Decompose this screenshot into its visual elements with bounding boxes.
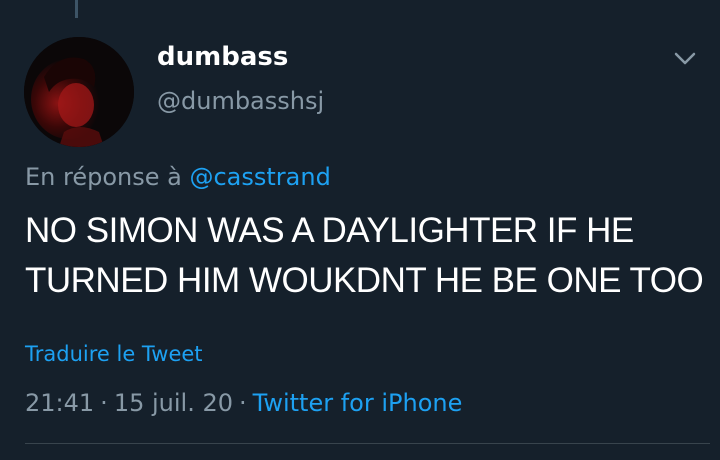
meta-separator: ·	[100, 389, 108, 417]
reply-to-handle-link[interactable]: @casstrand	[189, 163, 330, 191]
tweet-date[interactable]: 15 juil. 20	[114, 389, 233, 417]
avatar[interactable]	[24, 37, 134, 147]
reply-context: En réponse à @casstrand	[25, 160, 331, 194]
author-display-name[interactable]: dumbass	[157, 40, 288, 74]
author-handle[interactable]: @dumbasshsj	[157, 85, 324, 117]
thread-connector-line	[75, 0, 78, 18]
tweet-metadata: 21:41 · 15 juil. 20 · Twitter for iPhone	[25, 386, 462, 420]
tweet-source-link[interactable]: Twitter for iPhone	[253, 389, 463, 417]
tweet-detail: dumbass @dumbasshsj En réponse à @casstr…	[0, 0, 720, 460]
divider	[25, 443, 710, 444]
reply-prefix-text: En réponse à	[25, 163, 182, 191]
chevron-down-icon[interactable]	[668, 42, 702, 76]
translate-tweet-link[interactable]: Traduire le Tweet	[25, 339, 203, 369]
meta-separator: ·	[239, 389, 247, 417]
tweet-text-line: NO SIMON WAS A DAYLIGHTER IF HE	[25, 211, 634, 250]
tweet-text-line: TURNED HIM WOUKDNT HE BE ONE TOO	[25, 261, 704, 300]
tweet-time[interactable]: 21:41	[25, 389, 94, 417]
tweet-text: NO SIMON WAS A DAYLIGHTER IF HE TURNED H…	[25, 206, 705, 306]
